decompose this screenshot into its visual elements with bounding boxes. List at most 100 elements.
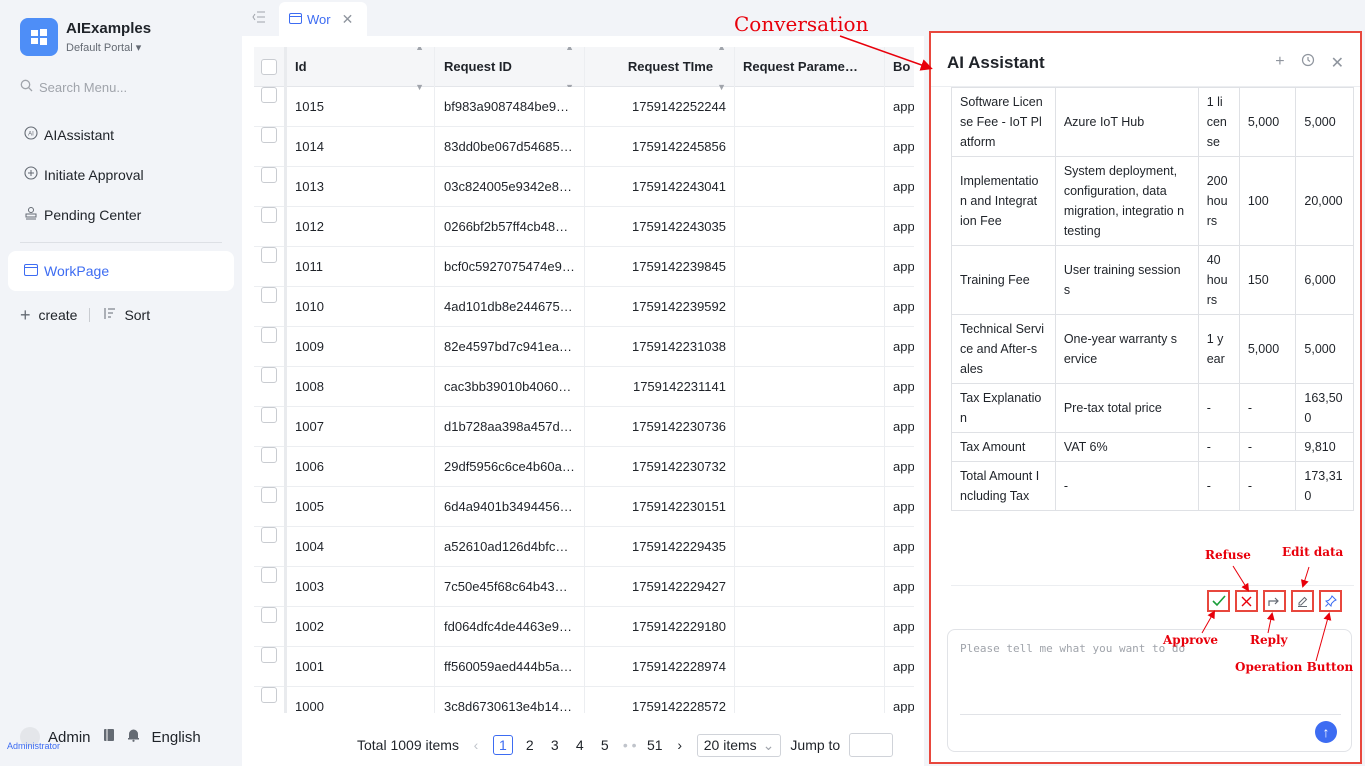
- column-header-bo[interactable]: Bo: [884, 47, 914, 87]
- row-checkbox[interactable]: [261, 246, 277, 263]
- close-icon[interactable]: ✕: [342, 11, 354, 28]
- row-checkbox[interactable]: [261, 166, 277, 183]
- row-checkbox[interactable]: [261, 366, 277, 383]
- table-row[interactable]: 1008 cac3bb39010b4060… 1759142231141 app: [254, 366, 914, 407]
- book-icon[interactable]: [103, 728, 115, 746]
- cell-request-id: d1b728aa398a457d…: [434, 406, 584, 447]
- page-size-select[interactable]: 20 items ⌄: [696, 733, 782, 757]
- row-checkbox[interactable]: [261, 606, 277, 623]
- portal-selector[interactable]: Default Portal ▾: [66, 41, 141, 54]
- chat-input[interactable]: Please tell me what you want to do ↑: [947, 629, 1352, 752]
- cell-id: 1000: [284, 686, 434, 713]
- create-button[interactable]: create: [39, 307, 78, 323]
- collapse-sidebar-icon[interactable]: [252, 10, 266, 26]
- table-row[interactable]: 1003 7c50e45f68c64b43… 1759142229427 app: [254, 566, 914, 607]
- annotation-edit-data: Edit data: [1282, 545, 1344, 559]
- page-5[interactable]: 5: [597, 737, 613, 753]
- page-3[interactable]: 3: [547, 737, 563, 753]
- history-icon[interactable]: [1301, 53, 1315, 73]
- table-row[interactable]: 1015 bf983a9087484be9… 1759142252244 app: [254, 86, 914, 127]
- row-checkbox[interactable]: [261, 566, 277, 583]
- row-checkbox[interactable]: [261, 486, 277, 503]
- cell-request-id: 7c50e45f68c64b43…: [434, 566, 584, 607]
- plus-icon[interactable]: +: [1275, 53, 1284, 73]
- table-row[interactable]: 1000 3c8d6730613e4b14… 1759142228572 app: [254, 686, 914, 714]
- send-button[interactable]: ↑: [1315, 721, 1337, 743]
- cell-request-param: [734, 446, 884, 487]
- column-header-label: Request TIme: [627, 58, 714, 74]
- quote-row: Software Licen se Fee - IoT Pl atform Azu…: [951, 87, 1354, 157]
- bell-icon[interactable]: [127, 728, 140, 746]
- table-row[interactable]: 1005 6d4a9401b3494456… 1759142230151 app: [254, 486, 914, 527]
- sidebar-item-initiate-approval[interactable]: Initiate Approval: [24, 166, 144, 183]
- page-4[interactable]: 4: [572, 737, 588, 753]
- row-select-cell: [254, 366, 284, 407]
- column-header-request-id[interactable]: Request ID ▲▼: [434, 47, 584, 87]
- row-select-cell: [254, 526, 284, 567]
- edit-data-button[interactable]: [1291, 590, 1314, 612]
- column-header-request-time[interactable]: Request TIme▲▼: [584, 47, 734, 92]
- row-checkbox[interactable]: [261, 446, 277, 463]
- quote-cell: Software Licen se Fee - IoT Pl atform: [951, 87, 1056, 157]
- row-checkbox[interactable]: [261, 206, 277, 223]
- row-checkbox[interactable]: [261, 326, 277, 343]
- row-checkbox[interactable]: [261, 406, 277, 423]
- row-checkbox[interactable]: [261, 286, 277, 303]
- prev-page-icon[interactable]: ‹: [468, 737, 484, 753]
- sidebar-item-workpage[interactable]: WorkPage: [8, 251, 234, 291]
- cell-request-time: 1759142243041: [584, 166, 734, 207]
- app-logo-icon[interactable]: [20, 18, 58, 56]
- table-row[interactable]: 1006 29df5956c6ce4b60a… 1759142230732 app: [254, 446, 914, 487]
- table-row[interactable]: 1009 82e4597bd7c941ea… 1759142231038 app: [254, 326, 914, 367]
- more-pages-icon[interactable]: • •: [622, 737, 638, 753]
- sidebar-item-aiassistant[interactable]: AI AIAssistant: [24, 126, 114, 143]
- refuse-button[interactable]: [1235, 590, 1258, 612]
- quote-cell: Pre-tax total price: [1054, 383, 1199, 433]
- table-row[interactable]: 1002 fd064dfc4de4463e9… 1759142229180 app: [254, 606, 914, 647]
- cell-request-param: [734, 286, 884, 327]
- sort-button[interactable]: Sort: [124, 307, 150, 323]
- cell-bo: app: [884, 366, 914, 407]
- row-select-cell: [254, 686, 284, 714]
- quote-cell: -: [1238, 432, 1297, 462]
- table-row[interactable]: 1007 d1b728aa398a457d… 1759142230736 app: [254, 406, 914, 447]
- sidebar-divider: [20, 242, 222, 243]
- table-row[interactable]: 1014 83dd0be067d54685… 1759142245856 app: [254, 126, 914, 167]
- next-page-icon[interactable]: ›: [672, 737, 688, 753]
- reply-button[interactable]: [1263, 590, 1286, 612]
- pin-button[interactable]: [1319, 590, 1342, 612]
- page-2[interactable]: 2: [522, 737, 538, 753]
- page-last[interactable]: 51: [647, 737, 663, 753]
- page-1[interactable]: 1: [492, 735, 513, 755]
- cell-bo: app: [884, 326, 914, 367]
- cell-id: 1015: [284, 86, 434, 127]
- quote-row: Total Amount I ncluding Tax - - -173,31 0: [951, 461, 1354, 511]
- language-selector[interactable]: English: [152, 729, 201, 746]
- close-icon[interactable]: ✕: [1331, 53, 1344, 73]
- row-checkbox[interactable]: [261, 686, 277, 703]
- tab-workpage[interactable]: Wor ✕: [279, 2, 367, 36]
- select-all-checkbox[interactable]: [261, 58, 277, 75]
- row-checkbox[interactable]: [261, 646, 277, 663]
- table-row[interactable]: 1011 bcf0c5927075474e9… 1759142239845 app: [254, 246, 914, 287]
- row-checkbox[interactable]: [261, 86, 277, 103]
- jump-input[interactable]: [849, 733, 894, 757]
- table-row[interactable]: 1001 ff560059aed444b5a… 1759142228974 app: [254, 646, 914, 687]
- menu-search[interactable]: Search Menu...: [20, 79, 127, 95]
- cell-request-id: bf983a9087484be9…: [434, 86, 584, 127]
- table-row[interactable]: 1012 0266bf2b57ff4cb48… 1759142243035 app: [254, 206, 914, 247]
- row-checkbox[interactable]: [261, 126, 277, 143]
- table-row[interactable]: 1010 4ad101db8e244675… 1759142239592 app: [254, 286, 914, 327]
- table-row[interactable]: 1013 03c824005e9342e8… 1759142243041 app: [254, 166, 914, 207]
- cell-request-time: 1759142230736: [584, 406, 734, 447]
- cell-request-param: [734, 366, 884, 407]
- table-row[interactable]: 1004 a52610ad126d4bfc… 1759142229435 app: [254, 526, 914, 567]
- annotation-operation-button: Operation Button: [1235, 660, 1354, 674]
- sort-icon[interactable]: ▲▼: [565, 47, 574, 87]
- sidebar-item-pending-center[interactable]: Pending Center: [24, 206, 141, 223]
- row-checkbox[interactable]: [261, 526, 277, 543]
- column-header-request-param[interactable]: Request Parame…: [734, 47, 884, 87]
- cell-request-id: cac3bb39010b4060…: [434, 366, 584, 407]
- approve-button[interactable]: [1207, 590, 1230, 612]
- column-header-id[interactable]: Id▲▼: [284, 47, 434, 92]
